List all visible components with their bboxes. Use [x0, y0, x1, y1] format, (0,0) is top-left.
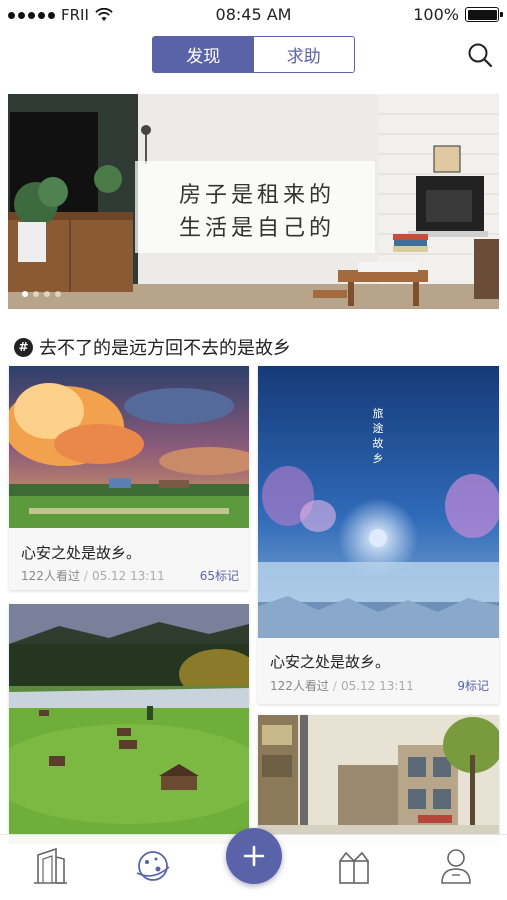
banner-caption: 房子是租来的 生活是自己的: [135, 161, 375, 253]
card-title: 心安之处是故乡。: [270, 653, 391, 671]
card-views: 122人看过: [21, 569, 80, 583]
card-meta: 122人看过/05.12 13:11: [21, 567, 165, 584]
tab-help[interactable]: 求助: [253, 37, 354, 72]
meta-separator: /: [332, 679, 337, 693]
card-date: 05.12 13:11: [91, 569, 165, 583]
tab-discover[interactable]: 发现: [153, 37, 254, 72]
banner-carousel[interactable]: 房子是租来的 生活是自己的: [8, 94, 499, 309]
profile-icon[interactable]: [436, 845, 476, 889]
segmented-control: 发现 求助: [152, 36, 355, 73]
hash-icon: #: [14, 337, 33, 357]
post-card[interactable]: [9, 604, 249, 844]
add-icon: [243, 845, 265, 867]
meta-separator: /: [83, 569, 88, 583]
building-icon[interactable]: [30, 845, 70, 889]
card-date: 05.12 13:11: [340, 679, 414, 693]
post-card[interactable]: 心安之处是故乡。 122人看过/05.12 13:11 65标记: [9, 366, 249, 590]
status-right: 100%: [413, 5, 503, 24]
header: 发现 求助: [0, 30, 507, 88]
card-image-street: [258, 715, 499, 845]
planet-icon[interactable]: [133, 845, 173, 889]
carousel-dot[interactable]: [22, 291, 28, 297]
gift-icon[interactable]: [334, 845, 374, 889]
banner-line-1: 房子是租来的: [179, 183, 336, 208]
card-meta: 122人看过/05.12 13:11: [270, 677, 414, 694]
carousel-dot[interactable]: [33, 291, 39, 297]
card-image-meadow: [9, 604, 249, 844]
post-card[interactable]: 旅途故乡 心安之处是故乡。 122人看过/05.12 13:11 9标记: [258, 366, 499, 704]
search-icon[interactable]: [467, 42, 493, 68]
topic-header[interactable]: # 去不了的是远方回不去的是故乡: [14, 334, 291, 360]
status-bar: FRII 08:45 AM 100%: [0, 0, 507, 30]
add-post-button[interactable]: [226, 828, 282, 884]
banner-line-2: 生活是自己的: [179, 216, 336, 241]
post-card[interactable]: [258, 715, 499, 845]
card-marks[interactable]: 9标记: [457, 677, 489, 694]
carousel-dot[interactable]: [55, 291, 61, 297]
carousel-dot[interactable]: [44, 291, 50, 297]
card-marks[interactable]: 65标记: [200, 567, 239, 584]
battery-percent: 100%: [413, 5, 459, 24]
carousel-dots: [22, 291, 61, 297]
topic-title: 去不了的是远方回不去的是故乡: [39, 338, 291, 359]
poster-title: 旅途故乡: [372, 407, 384, 465]
card-views: 122人看过: [270, 679, 329, 693]
card-title: 心安之处是故乡。: [21, 544, 142, 562]
battery-icon: [465, 7, 503, 22]
card-image-sunset: [9, 366, 249, 528]
